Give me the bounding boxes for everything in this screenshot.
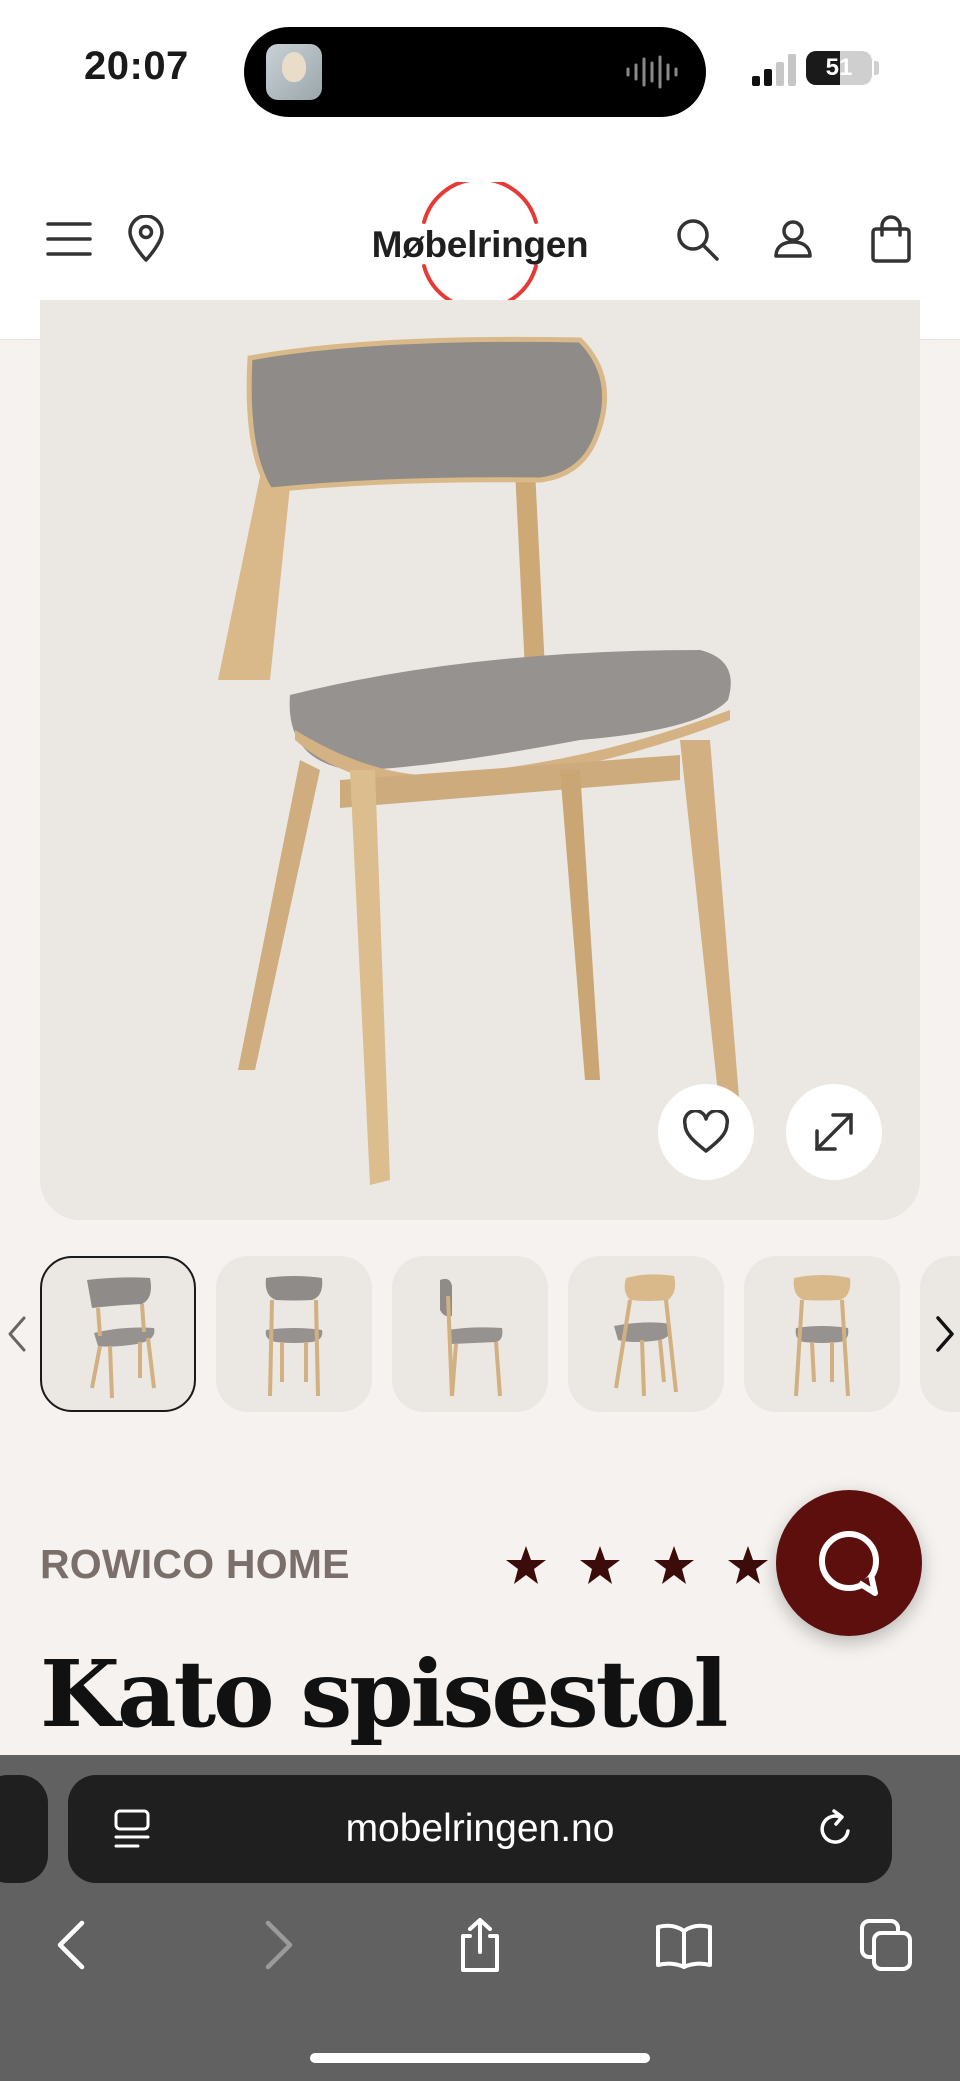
star-icon xyxy=(728,1546,768,1584)
site-logo[interactable]: Møbelringen xyxy=(360,182,600,302)
now-playing-artwork xyxy=(266,44,322,100)
reload-icon[interactable] xyxy=(814,1807,858,1851)
status-bar: 20:07 51 xyxy=(0,0,960,140)
back-button[interactable] xyxy=(40,1913,104,1977)
bookmarks-button[interactable] xyxy=(652,1913,716,1977)
back-icon xyxy=(57,1920,85,1970)
expand-image-button[interactable] xyxy=(786,1084,882,1180)
forward-icon xyxy=(265,1920,293,1970)
star-icon xyxy=(580,1546,620,1584)
chair-illustration xyxy=(218,336,740,1185)
search-icon[interactable] xyxy=(670,212,724,266)
thumbnail-carousel xyxy=(0,1256,960,1416)
forward-button[interactable] xyxy=(246,1913,310,1977)
product-rating[interactable] xyxy=(504,1544,804,1594)
product-title: Kato spisestol xyxy=(40,1640,728,1748)
carousel-next-icon[interactable] xyxy=(930,1312,960,1356)
battery-cap xyxy=(874,61,879,75)
menu-icon[interactable] xyxy=(42,212,96,266)
thumbnail-image xyxy=(614,1274,678,1397)
cart-icon[interactable] xyxy=(864,212,918,266)
thumbnail-image xyxy=(440,1278,503,1397)
previous-tab-preview[interactable] xyxy=(0,1775,48,1883)
favorite-button[interactable] xyxy=(658,1084,754,1180)
expand-icon xyxy=(815,1113,853,1151)
tabs-button[interactable] xyxy=(854,1913,918,1977)
cellular-signal-icon xyxy=(752,54,796,86)
battery-icon: 51 xyxy=(806,51,872,85)
status-time: 20:07 xyxy=(84,44,189,88)
product-brand[interactable]: ROWICO HOME xyxy=(40,1541,350,1588)
logo-text: Møbelringen xyxy=(371,224,589,265)
chat-button[interactable] xyxy=(776,1490,922,1636)
thumbnail-2[interactable] xyxy=(216,1256,372,1412)
battery-percentage: 51 xyxy=(825,54,853,81)
bookmarks-icon xyxy=(656,1923,712,1969)
thumbnail-5[interactable] xyxy=(744,1256,900,1412)
dynamic-island[interactable] xyxy=(244,27,706,117)
thumbnail-4[interactable] xyxy=(568,1256,724,1412)
thumbnail-1[interactable] xyxy=(40,1256,196,1412)
thumbnail-image xyxy=(87,1277,156,1399)
audio-waveform-icon xyxy=(626,55,678,89)
account-icon[interactable] xyxy=(766,212,820,266)
thumbnail-image xyxy=(265,1276,323,1397)
address-bar[interactable]: mobelringen.no xyxy=(68,1775,892,1883)
chat-icon xyxy=(819,1531,879,1596)
location-icon[interactable] xyxy=(119,212,173,266)
carousel-prev-icon[interactable] xyxy=(2,1312,32,1356)
star-icon xyxy=(506,1546,546,1584)
thumbnail-3[interactable] xyxy=(392,1256,548,1412)
home-indicator[interactable] xyxy=(310,2053,650,2063)
share-icon xyxy=(461,1918,499,1972)
product-main-image[interactable] xyxy=(40,300,920,1220)
tabs-icon xyxy=(860,1919,912,1971)
heart-icon xyxy=(682,1110,730,1153)
star-icon xyxy=(654,1546,694,1584)
thumbnail-image xyxy=(793,1275,851,1397)
url-text: mobelringen.no xyxy=(345,1807,615,1850)
browser-toolbar: mobelringen.no xyxy=(0,1755,960,2081)
share-button[interactable] xyxy=(448,1913,512,1977)
